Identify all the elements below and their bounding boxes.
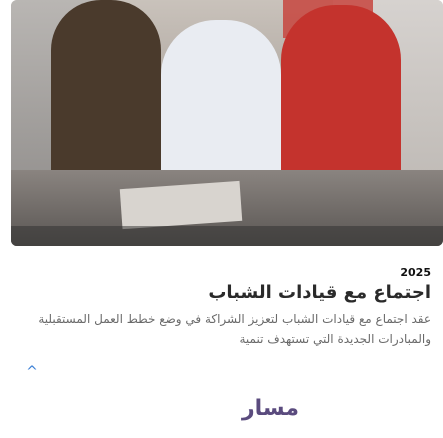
news-card[interactable]: 2025 اجتماع مع قيادات الشباب عقد اجتماع … (11, 0, 443, 438)
brand-logo: مسار (242, 396, 299, 421)
article-description: عقد اجتماع مع قيادات الشباب لتعزيز الشرا… (38, 312, 431, 346)
scroll-top-button[interactable]: ^ (22, 362, 42, 382)
chevron-up-icon: ^ (26, 364, 38, 380)
article-title[interactable]: اجتماع مع قيادات الشباب (208, 282, 431, 303)
article-year: 2025 (400, 266, 431, 279)
article-photo (11, 0, 443, 246)
